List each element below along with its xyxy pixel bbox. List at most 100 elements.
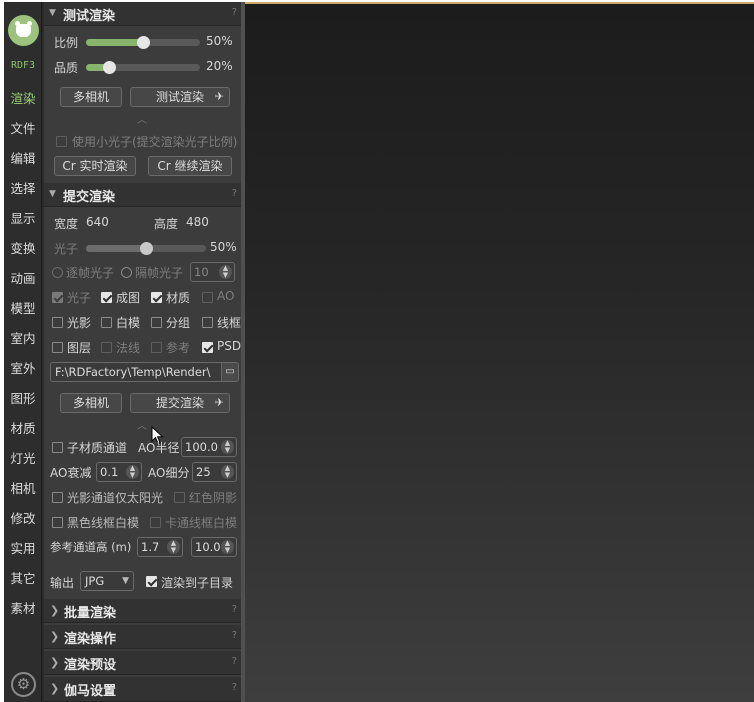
wireframe-checkbox[interactable]: [202, 317, 213, 328]
nav-item-other[interactable]: 其它: [4, 568, 42, 587]
section-title: 测试渲染: [63, 9, 116, 24]
nav-item-select[interactable]: 选择: [4, 178, 42, 197]
nav-item-interior[interactable]: 室内: [4, 328, 42, 347]
per-frame-photon-radio[interactable]: [52, 267, 63, 278]
submit-render-button[interactable]: 提交渲染 ✈: [130, 393, 230, 413]
quality-slider-handle[interactable]: [102, 61, 116, 74]
width-value[interactable]: 640: [86, 215, 109, 229]
spinner-arrows-icon[interactable]: ▲ ▼: [221, 540, 234, 554]
width-label: 宽度: [54, 217, 79, 231]
ao-radius-spinner[interactable]: 100.0 ▲ ▼: [181, 437, 237, 457]
interval-photon-label: 隔帧光子: [135, 266, 184, 280]
nav-item-camera[interactable]: 相机: [4, 478, 42, 497]
pin-icon[interactable]: ✈: [215, 88, 224, 106]
help-icon[interactable]: ?: [232, 630, 237, 641]
ratio-slider-handle[interactable]: [137, 36, 150, 49]
spinner-arrows-icon[interactable]: ▲ ▼: [126, 465, 139, 479]
nav-item-exterior[interactable]: 室外: [4, 358, 42, 377]
section-header-test-render[interactable]: ▼ 测试渲染 ?: [44, 2, 241, 26]
nav-item-graphics[interactable]: 图形: [4, 388, 42, 407]
app-logo[interactable]: [8, 15, 39, 46]
nav-item-animation[interactable]: 动画: [4, 268, 42, 287]
height-value[interactable]: 480: [186, 215, 209, 229]
ao-checkbox[interactable]: [202, 292, 213, 303]
collapse-caret-icon[interactable]: ︿: [137, 417, 147, 432]
section-header-render-operations[interactable]: ❯ 渲染操作 ?: [44, 625, 241, 649]
ref-height-spinner-a[interactable]: 1.7 ▲ ▼: [137, 537, 183, 557]
red-shadow-checkbox[interactable]: [174, 492, 185, 503]
folder-icon[interactable]: ▭: [221, 363, 238, 381]
output-path-field[interactable]: F:\RDFactory\Temp\Render\ ▭: [50, 362, 239, 382]
test-render-button[interactable]: 测试渲染 ✈: [130, 87, 230, 107]
spinner-arrows-icon[interactable]: ▲ ▼: [221, 440, 234, 454]
material-checkbox[interactable]: [151, 292, 162, 303]
photon-slider-handle[interactable]: [140, 242, 153, 255]
psd-checkbox[interactable]: [202, 342, 213, 353]
normal-checkbox[interactable]: [101, 342, 112, 353]
multi-camera-button[interactable]: 多相机: [60, 87, 122, 107]
help-icon[interactable]: ?: [232, 682, 237, 693]
use-small-photon-label: 使用小光子(提交渲染光子比例): [72, 135, 238, 149]
black-wire-white-checkbox[interactable]: [52, 517, 63, 528]
section-header-batch-render[interactable]: ❯ 批量渲染 ?: [44, 599, 241, 623]
help-icon[interactable]: ?: [232, 7, 237, 18]
ao-subdiv-spinner[interactable]: 25 ▲ ▼: [192, 462, 237, 482]
nav-item-modify[interactable]: 修改: [4, 508, 42, 527]
chevron-right-icon: ❯: [50, 604, 60, 617]
photon-slider[interactable]: [86, 242, 206, 255]
help-icon[interactable]: ?: [232, 188, 237, 199]
output-format-select[interactable]: JPG ▼: [80, 571, 134, 591]
nav-item-utility[interactable]: 实用: [4, 538, 42, 557]
photon-pass-checkbox[interactable]: [52, 292, 63, 303]
help-icon[interactable]: ?: [232, 604, 237, 615]
chevron-down-icon: ▼: [49, 8, 56, 18]
white-model-checkbox[interactable]: [101, 317, 112, 328]
psd-label: PSD: [217, 339, 242, 353]
help-icon[interactable]: ?: [232, 656, 237, 667]
render-to-subdir-checkbox[interactable]: [146, 576, 157, 587]
render-viewport[interactable]: [245, 2, 754, 702]
nav-item-render[interactable]: 渲染: [4, 88, 42, 107]
output-format-value: JPG: [85, 574, 105, 588]
section-title: 提交渲染: [63, 190, 116, 205]
spinner-arrows-icon[interactable]: ▲ ▼: [221, 465, 234, 479]
nav-item-display[interactable]: 显示: [4, 208, 42, 227]
ratio-slider-fill: [86, 39, 143, 46]
sub-material-channel-checkbox[interactable]: [52, 442, 63, 453]
nav-item-model[interactable]: 模型: [4, 298, 42, 317]
nav-item-material[interactable]: 材质: [4, 418, 42, 437]
nav-item-file[interactable]: 文件: [4, 118, 42, 137]
pin-icon[interactable]: ✈: [215, 394, 224, 412]
ao-falloff-spinner[interactable]: 0.1 ▲ ▼: [96, 462, 142, 482]
section-header-gamma-settings[interactable]: ❯ 伽马设置 ?: [44, 677, 241, 702]
layer-checkbox[interactable]: [52, 342, 63, 353]
chevron-down-icon: ▼: [49, 189, 56, 199]
section-header-submit-render[interactable]: ▼ 提交渲染 ?: [44, 183, 241, 207]
interval-photon-radio[interactable]: [121, 267, 132, 278]
nav-item-assets[interactable]: 素材: [4, 598, 42, 617]
final-image-checkbox[interactable]: [101, 292, 112, 303]
cr-continue-render-button[interactable]: Cr 继续渲染: [148, 156, 232, 176]
nav-item-light[interactable]: 灯光: [4, 448, 42, 467]
reference-checkbox[interactable]: [151, 342, 162, 353]
use-small-photon-checkbox[interactable]: [56, 136, 67, 147]
settings-gear-icon[interactable]: ⚙: [11, 672, 36, 697]
cartoon-wire-white-checkbox[interactable]: [150, 517, 161, 528]
spinner-arrows-icon[interactable]: ▲ ▼: [219, 265, 232, 279]
multi-camera-button-2[interactable]: 多相机: [60, 393, 122, 413]
cr-realtime-render-button[interactable]: Cr 实时渲染: [54, 156, 136, 176]
ratio-slider[interactable]: [86, 36, 200, 49]
section-header-render-presets[interactable]: ❯ 渲染预设 ?: [44, 651, 241, 675]
interval-photon-spinner[interactable]: 10 ▲ ▼: [190, 262, 235, 282]
quality-slider[interactable]: [86, 61, 200, 74]
ref-height-spinner-b[interactable]: 10.0 ▲ ▼: [191, 537, 237, 557]
nav-item-transform[interactable]: 变换: [4, 238, 42, 257]
chevron-right-icon: ❯: [50, 682, 60, 695]
collapse-caret-icon[interactable]: ︿: [137, 111, 147, 126]
render-to-subdir-label: 渲染到子目录: [161, 576, 234, 590]
grouping-checkbox[interactable]: [151, 317, 162, 328]
light-shadow-checkbox[interactable]: [52, 317, 63, 328]
nav-item-edit[interactable]: 编辑: [4, 148, 42, 167]
shadow-sun-only-checkbox[interactable]: [52, 492, 63, 503]
spinner-arrows-icon[interactable]: ▲ ▼: [167, 540, 180, 554]
